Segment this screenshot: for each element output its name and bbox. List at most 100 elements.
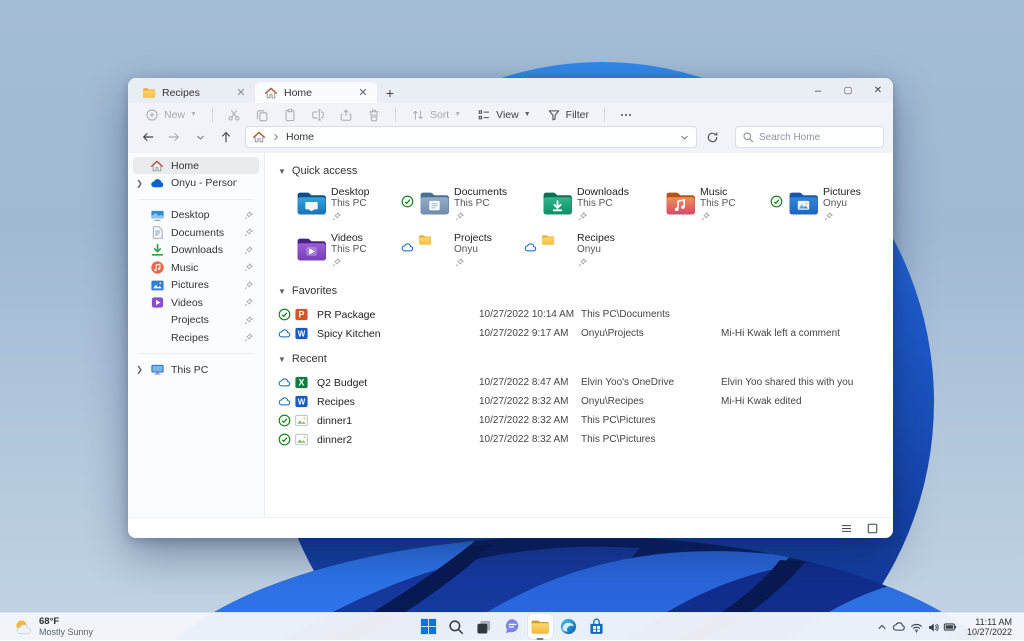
file-row-recipes[interactable]: W Recipes 10/27/2022 8:32 AM Onyu\Recipe… bbox=[278, 392, 883, 411]
file-row-q2-budget[interactable]: X Q2 Budget 10/27/2022 8:47 AM Elvin Yoo… bbox=[278, 373, 883, 392]
back-button[interactable] bbox=[137, 127, 159, 147]
pin-icon bbox=[454, 211, 507, 222]
paste-button[interactable] bbox=[277, 106, 303, 124]
sidebar-item-home[interactable]: Home bbox=[133, 157, 259, 174]
taskbar-edge-button[interactable] bbox=[556, 614, 581, 639]
quick-access-tile-documents[interactable]: Documents This PC bbox=[401, 185, 524, 227]
favorites-header[interactable]: ▼ Favorites bbox=[278, 283, 883, 299]
breadcrumb[interactable]: Home bbox=[286, 131, 314, 143]
file-row-dinner1[interactable]: dinner1 10/27/2022 8:32 AM This PC\Pictu… bbox=[278, 411, 883, 430]
taskbar-microsoft-store-button[interactable] bbox=[584, 614, 609, 639]
quick-access-tile-projects[interactable]: Projects Onyu bbox=[401, 231, 524, 273]
minimize-button[interactable]: – bbox=[803, 80, 833, 102]
tab-home[interactable]: Home ✕ bbox=[255, 82, 377, 103]
wifi-icon[interactable] bbox=[908, 616, 925, 638]
battery-icon[interactable] bbox=[942, 616, 959, 638]
collapse-chevron-icon[interactable]: ▼ bbox=[278, 355, 286, 364]
pin-icon bbox=[243, 297, 255, 308]
quick-access-tile-music[interactable]: Music This PC bbox=[647, 185, 770, 227]
file-location: Onyu\Recipes bbox=[581, 396, 721, 407]
quick-access-header[interactable]: ▼ Quick access bbox=[278, 163, 883, 179]
widgets-button[interactable]: 68°F Mostly Sunny bbox=[4, 613, 101, 641]
close-button[interactable]: ✕ bbox=[863, 80, 893, 102]
sidebar-item-videos[interactable]: Videos bbox=[133, 294, 259, 311]
quick-access-tile-desktop[interactable]: Desktop This PC bbox=[278, 185, 401, 227]
tab-recipes[interactable]: Recipes ✕ bbox=[133, 82, 255, 103]
refresh-button[interactable] bbox=[701, 127, 723, 147]
tab-label: Recipes bbox=[162, 87, 227, 99]
file-row-dinner2[interactable]: dinner2 10/27/2022 8:32 AM This PC\Pictu… bbox=[278, 430, 883, 449]
up-button[interactable] bbox=[215, 127, 237, 147]
details-view-button[interactable] bbox=[835, 520, 857, 536]
taskbar-clock[interactable]: 11:11 AM 10/27/2022 bbox=[961, 617, 1020, 638]
file-row-spicy-kitchen[interactable]: W Spicy Kitchen 10/27/2022 9:17 AM Onyu\… bbox=[278, 324, 883, 343]
cloud-status-icon bbox=[524, 241, 538, 255]
sidebar-item-this-pc[interactable]: ❯ This PC bbox=[133, 361, 259, 378]
sidebar-item-music[interactable]: Music bbox=[133, 259, 259, 276]
sidebar-item-documents[interactable]: Documents bbox=[133, 224, 259, 241]
new-button[interactable]: New ▼ bbox=[138, 106, 204, 124]
forward-button[interactable] bbox=[163, 127, 185, 147]
sidebar-item-projects[interactable]: Projects bbox=[133, 312, 259, 329]
tile-name: Desktop bbox=[331, 186, 370, 198]
collapse-chevron-icon[interactable]: ▼ bbox=[278, 167, 286, 176]
search-box[interactable] bbox=[735, 126, 884, 148]
taskbar-windows-start-button[interactable] bbox=[416, 614, 441, 639]
recent-locations-button[interactable] bbox=[189, 127, 211, 147]
recent-header[interactable]: ▼ Recent bbox=[278, 351, 883, 367]
sidebar-item-pictures[interactable]: Pictures bbox=[133, 277, 259, 294]
quick-access-tile-videos[interactable]: Videos This PC bbox=[278, 231, 401, 273]
word-icon: W bbox=[294, 326, 310, 342]
quick-access-tile-recipes[interactable]: Recipes Onyu bbox=[524, 231, 647, 273]
filter-button[interactable]: Filter bbox=[540, 106, 596, 124]
documents-sm-icon bbox=[150, 225, 165, 240]
share-button[interactable] bbox=[333, 106, 359, 124]
delete-button[interactable] bbox=[361, 106, 387, 124]
chevron-up-icon[interactable] bbox=[874, 616, 891, 638]
sync-status-icon bbox=[278, 433, 292, 447]
quick-access-tile-pictures[interactable]: Pictures Onyu bbox=[770, 185, 893, 227]
collapse-chevron-icon[interactable]: ▼ bbox=[278, 287, 286, 296]
tab-close-icon[interactable]: ✕ bbox=[355, 85, 371, 101]
view-button[interactable]: View ▼ bbox=[470, 106, 538, 124]
volume-icon[interactable] bbox=[925, 616, 942, 638]
sidebar-item-label: Videos bbox=[171, 297, 237, 309]
onedrive-icon bbox=[150, 176, 165, 191]
address-dropdown-icon[interactable] bbox=[679, 132, 690, 143]
title-bar[interactable]: Recipes ✕ Home ✕ + – ▢ ✕ bbox=[128, 78, 893, 103]
address-row: Home bbox=[128, 126, 893, 153]
taskbar-file-explorer-button[interactable] bbox=[528, 614, 553, 639]
cloud-status-icon bbox=[278, 327, 292, 341]
new-tab-button[interactable]: + bbox=[377, 82, 403, 103]
taskbar-chat-button[interactable] bbox=[500, 614, 525, 639]
toolbar-divider bbox=[395, 107, 396, 122]
address-bar[interactable]: Home bbox=[245, 126, 697, 148]
sidebar-item-recipes[interactable]: Recipes bbox=[133, 329, 259, 346]
sidebar-item-desktop[interactable]: Desktop bbox=[133, 207, 259, 224]
file-location: This PC\Documents bbox=[581, 309, 721, 320]
tab-close-icon[interactable]: ✕ bbox=[233, 85, 249, 101]
rename-button[interactable] bbox=[305, 106, 331, 124]
file-row-pr-package[interactable]: P PR Package 10/27/2022 10:14 AM This PC… bbox=[278, 305, 883, 324]
sort-button[interactable]: Sort ▼ bbox=[404, 106, 468, 124]
see-more-button[interactable] bbox=[613, 106, 639, 124]
expand-chevron-icon[interactable]: ❯ bbox=[135, 365, 144, 374]
sidebar-item-downloads[interactable]: Downloads bbox=[133, 242, 259, 259]
onedrive-tray-icon[interactable] bbox=[891, 616, 908, 638]
copy-button[interactable] bbox=[249, 106, 275, 124]
share-icon bbox=[339, 108, 353, 122]
expand-chevron-icon[interactable]: ❯ bbox=[135, 179, 144, 188]
taskbar-search-button[interactable] bbox=[444, 614, 469, 639]
pin-icon bbox=[331, 257, 367, 268]
large-icons-view-button[interactable] bbox=[861, 520, 883, 536]
file-name: Spicy Kitchen bbox=[317, 328, 479, 340]
cut-button[interactable] bbox=[221, 106, 247, 124]
sidebar-item-onyu-personal[interactable]: ❯ Onyu - Personal bbox=[133, 175, 259, 192]
task-view-icon bbox=[475, 618, 493, 636]
taskbar-task-view-button[interactable] bbox=[472, 614, 497, 639]
search-input[interactable] bbox=[759, 132, 877, 143]
tile-name: Pictures bbox=[823, 186, 861, 198]
maximize-button[interactable]: ▢ bbox=[833, 80, 863, 102]
quick-access-tile-downloads[interactable]: Downloads This PC bbox=[524, 185, 647, 227]
weather-condition: Mostly Sunny bbox=[39, 627, 93, 638]
